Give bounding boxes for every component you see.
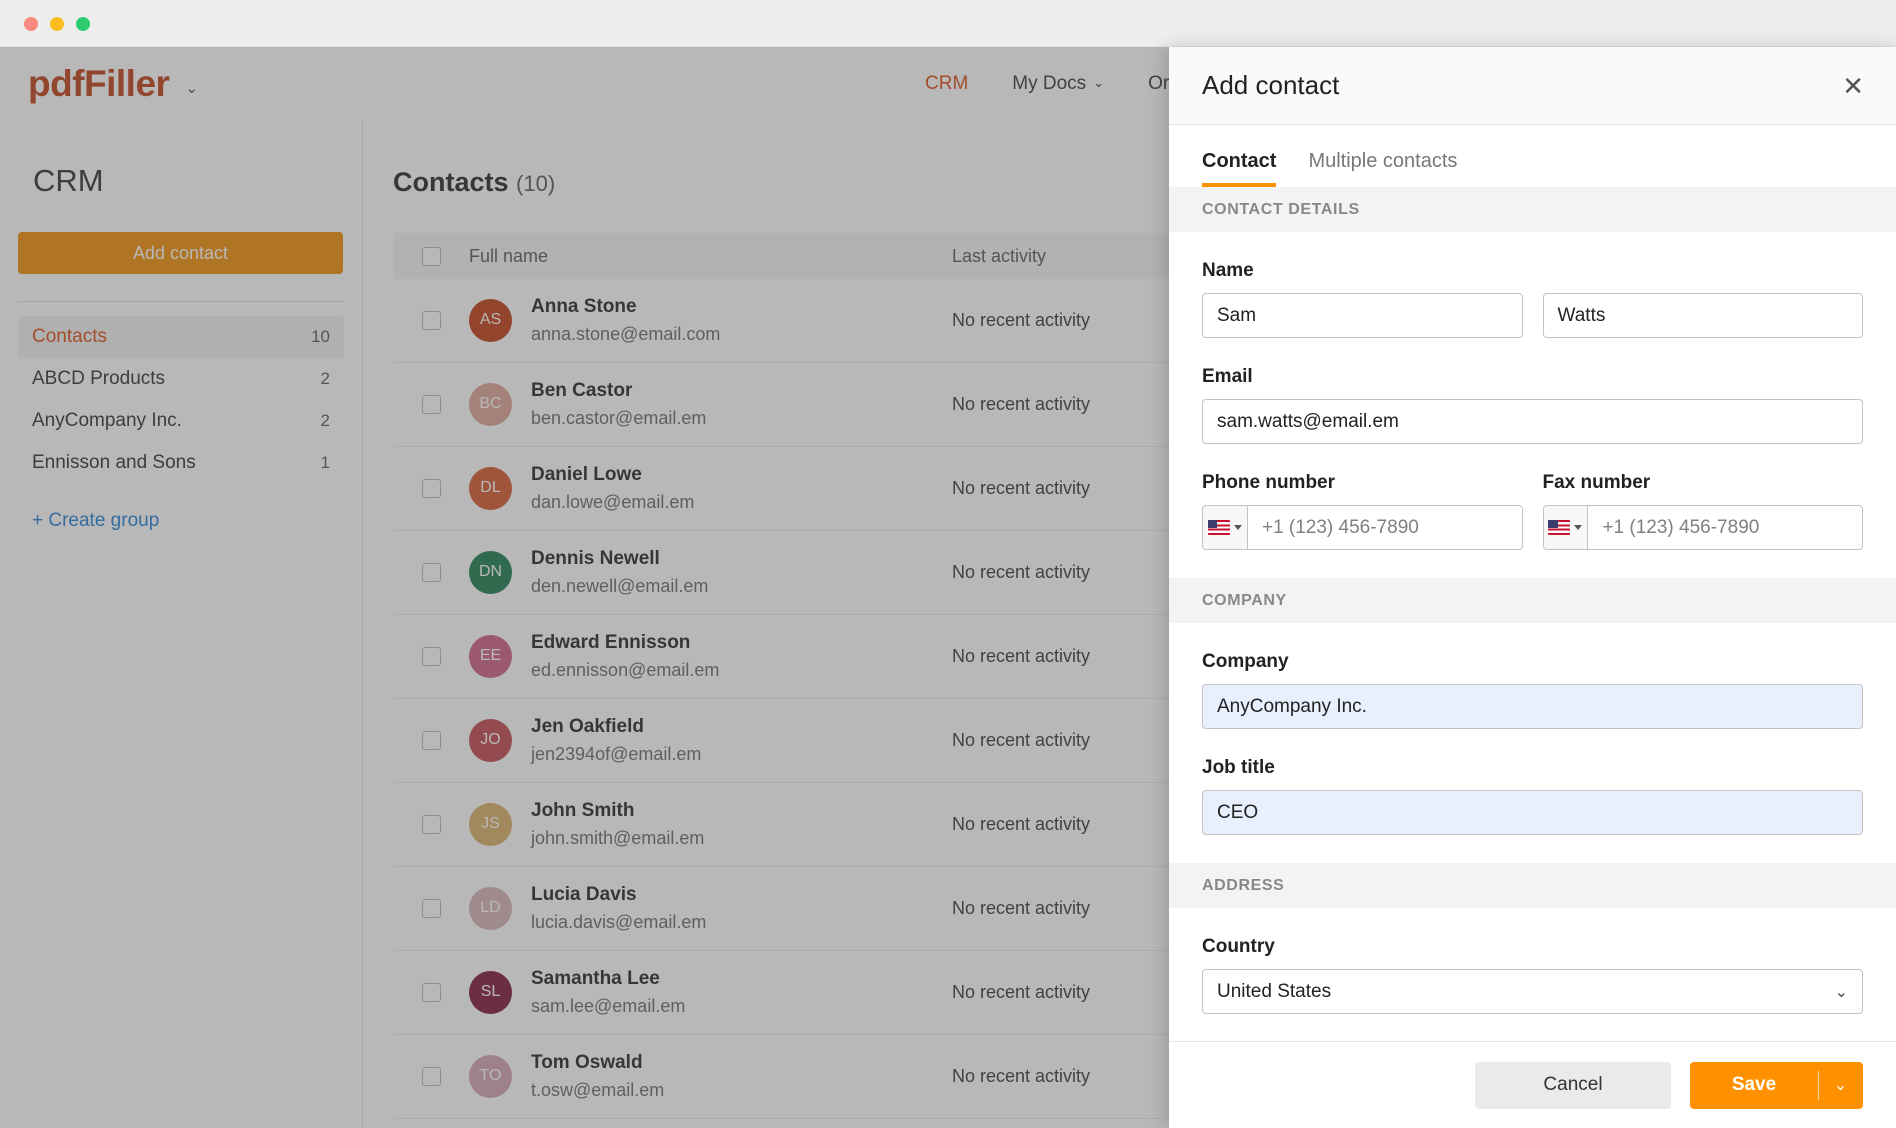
panel-tabs: Contact Multiple contacts — [1169, 125, 1896, 187]
fax-country-selector[interactable] — [1543, 505, 1588, 550]
address-fields: Country United States ⌄ — [1169, 936, 1896, 1014]
fax-number-group: +1 (123) 456-7890 — [1543, 505, 1864, 550]
country-select[interactable]: United States ⌄ — [1202, 969, 1863, 1014]
close-icon[interactable]: ✕ — [1842, 73, 1864, 99]
country-select-value: United States — [1217, 981, 1331, 1003]
section-address: ADDRESS — [1169, 863, 1896, 908]
phone-fax-labels-row: Phone number Fax number — [1202, 444, 1863, 505]
phone-number-label: Phone number — [1202, 472, 1523, 494]
us-flag-icon — [1208, 520, 1230, 535]
job-title-label: Job title — [1202, 757, 1863, 779]
company-fields: Company AnyCompany Inc. Job title CEO — [1169, 651, 1896, 863]
save-options-dropdown-button[interactable]: ⌄ — [1818, 1062, 1863, 1109]
section-contact-details: CONTACT DETAILS — [1169, 187, 1896, 232]
window-controls — [24, 17, 90, 31]
phone-number-group: +1 (123) 456-7890 — [1202, 505, 1523, 550]
company-field[interactable]: AnyCompany Inc. — [1202, 684, 1863, 729]
fax-number-input[interactable]: +1 (123) 456-7890 — [1587, 505, 1863, 550]
save-button[interactable]: Save — [1690, 1062, 1818, 1109]
window-maximize-button[interactable] — [76, 17, 90, 31]
tab-multiple-contacts[interactable]: Multiple contacts — [1308, 150, 1457, 187]
phone-fax-row: +1 (123) 456-7890 +1 (123) 456-7890 — [1202, 505, 1863, 550]
app-root: pdfFiller ⌄ CRM My Docs⌄ Organ CRM Add c… — [0, 0, 1896, 1128]
tab-contact[interactable]: Contact — [1202, 150, 1276, 187]
panel-footer: Cancel Save ⌄ — [1169, 1041, 1896, 1128]
country-label: Country — [1202, 936, 1863, 958]
chevron-down-icon — [1234, 525, 1242, 530]
phone-number-input[interactable]: +1 (123) 456-7890 — [1247, 505, 1523, 550]
window-close-button[interactable] — [24, 17, 38, 31]
fax-number-label: Fax number — [1543, 472, 1864, 494]
add-contact-panel: Add contact ✕ Contact Multiple contacts … — [1169, 47, 1896, 1128]
contact-details-fields: Name Sam Watts Email sam.watts@email.em … — [1169, 260, 1896, 578]
chevron-down-icon — [1574, 525, 1582, 530]
cancel-button[interactable]: Cancel — [1475, 1062, 1671, 1109]
save-button-group: Save ⌄ — [1690, 1062, 1863, 1109]
phone-country-selector[interactable] — [1202, 505, 1247, 550]
chevron-down-icon: ⌄ — [1835, 982, 1848, 1002]
us-flag-icon — [1548, 520, 1570, 535]
section-company: COMPANY — [1169, 578, 1896, 623]
window-titlebar — [0, 0, 1896, 47]
email-label: Email — [1202, 366, 1863, 388]
last-name-field[interactable]: Watts — [1543, 293, 1864, 338]
panel-title: Add contact — [1202, 70, 1339, 101]
name-label: Name — [1202, 260, 1863, 282]
job-title-field[interactable]: CEO — [1202, 790, 1863, 835]
window-minimize-button[interactable] — [50, 17, 64, 31]
panel-header: Add contact ✕ — [1169, 47, 1896, 125]
name-row: Sam Watts — [1202, 293, 1863, 338]
panel-body: CONTACT DETAILS Name Sam Watts Email sam… — [1169, 187, 1896, 1041]
email-field[interactable]: sam.watts@email.em — [1202, 399, 1863, 444]
company-label: Company — [1202, 651, 1863, 673]
first-name-field[interactable]: Sam — [1202, 293, 1523, 338]
